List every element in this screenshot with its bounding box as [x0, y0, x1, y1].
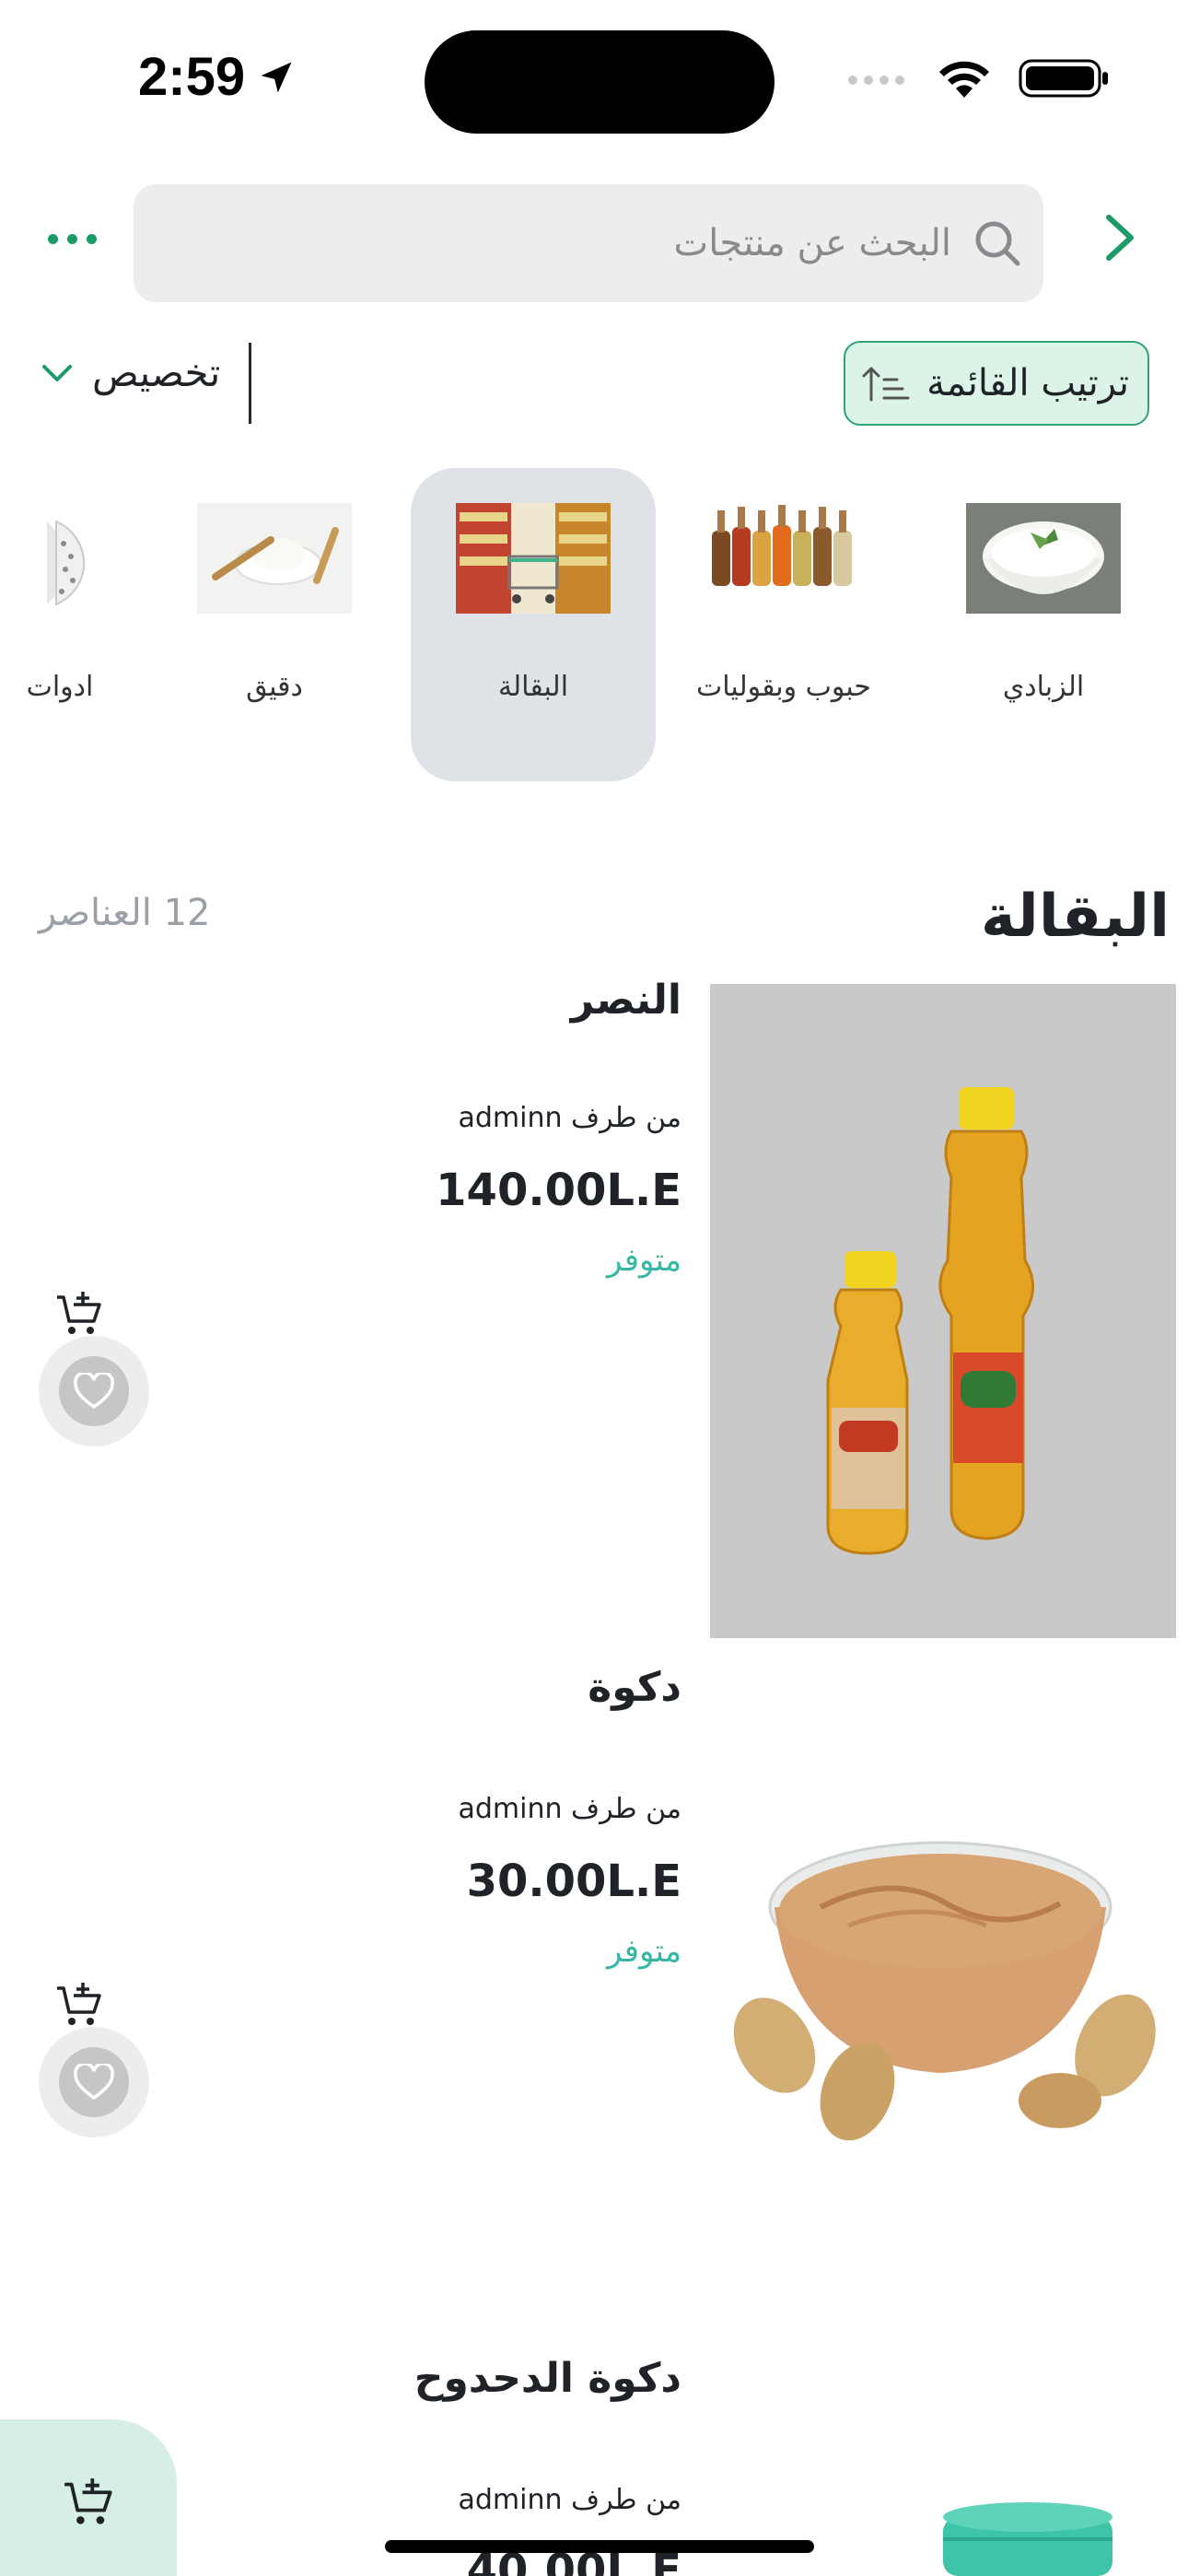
- grocery-image: [456, 503, 611, 614]
- battery-icon: [1019, 59, 1108, 98]
- chevron-down-icon: [42, 364, 72, 381]
- add-to-cart-button[interactable]: [55, 1981, 103, 2029]
- search-placeholder: البحث عن منتجات: [673, 222, 951, 264]
- category-label: الزبادي: [1002, 671, 1085, 703]
- heart-icon: [74, 2064, 114, 2101]
- oil-bottles-image: [710, 984, 1176, 1638]
- sort-label: ترتيب القائمة: [926, 362, 1129, 404]
- product-price: 140.00L.E: [436, 1165, 681, 1216]
- product-image-peanut[interactable]: [710, 1815, 1176, 2165]
- status-time: 2:59: [138, 46, 297, 108]
- product-stock-status: متوفر: [606, 1933, 681, 1970]
- category-label: البقالة: [497, 671, 569, 703]
- product-name[interactable]: دكوة الدحدوح: [414, 2355, 681, 2402]
- product-seller: من طرف adminn: [458, 1102, 681, 1134]
- cart-plus-icon: [64, 2478, 112, 2524]
- cart-plus-icon: [57, 1292, 101, 1334]
- category-label: دقيق: [246, 671, 303, 703]
- cart-plus-icon: [57, 1983, 101, 2025]
- location-arrow-icon: [261, 62, 292, 92]
- product-seller: من طرف adminn: [458, 1793, 681, 1825]
- chevron-right-icon: [1106, 215, 1134, 261]
- peanut-butter-image: [710, 1815, 1176, 2165]
- status-icons: [845, 57, 1111, 100]
- category-item-tools[interactable]: ادوات: [0, 468, 182, 781]
- add-to-cart-button[interactable]: [55, 1290, 103, 1338]
- toolbar-divider: [249, 343, 251, 424]
- section-title: البقالة: [980, 883, 1170, 951]
- items-count: 12 العناصر: [39, 892, 211, 934]
- flour-image: [197, 503, 352, 614]
- favorite-button[interactable]: [39, 2027, 149, 2137]
- time-text: 2:59: [138, 47, 246, 107]
- product-name[interactable]: دكوة: [588, 1664, 681, 1711]
- category-item-grains[interactable]: حبوب وبقوليات: [661, 468, 906, 781]
- favorite-button[interactable]: [39, 1336, 149, 1446]
- back-button[interactable]: [1096, 210, 1142, 265]
- product-image-oil[interactable]: [710, 984, 1176, 1638]
- more-dots-icon: [48, 233, 58, 244]
- dynamic-island: [425, 30, 775, 134]
- wifi-icon: [939, 61, 989, 98]
- category-label: حبوب وبقوليات: [696, 671, 871, 703]
- product-stock-status: متوفر: [606, 1242, 681, 1279]
- home-indicator[interactable]: [385, 2540, 814, 2553]
- tools-image: [0, 503, 137, 614]
- category-item-grocery[interactable]: البقالة: [411, 468, 656, 781]
- filter-label: تخصيص: [92, 350, 221, 395]
- cart-button[interactable]: [0, 2419, 177, 2576]
- search-input[interactable]: البحث عن منتجات: [134, 184, 1043, 302]
- signal-icon: [848, 76, 904, 85]
- product-image-jar[interactable]: [936, 2500, 1120, 2576]
- more-options-button[interactable]: [48, 225, 103, 252]
- sort-list-button[interactable]: ترتيب القائمة: [844, 341, 1149, 426]
- search-icon: [975, 221, 1020, 266]
- product-seller: من طرف adminn: [458, 2484, 681, 2516]
- grains-image: [706, 503, 861, 614]
- category-label: ادوات: [26, 671, 94, 703]
- category-item-yogurt[interactable]: الزبادي: [921, 468, 1166, 781]
- product-price: 30.00L.E: [466, 1856, 681, 1907]
- filter-customize-button[interactable]: تخصيص: [41, 350, 220, 395]
- sort-ascending-icon: [862, 367, 910, 402]
- heart-icon: [74, 1373, 114, 1410]
- jar-image: [943, 2502, 1112, 2576]
- product-name[interactable]: النصر: [571, 977, 681, 1024]
- yogurt-image: [966, 503, 1121, 614]
- category-item-flour[interactable]: دقيق: [152, 468, 397, 781]
